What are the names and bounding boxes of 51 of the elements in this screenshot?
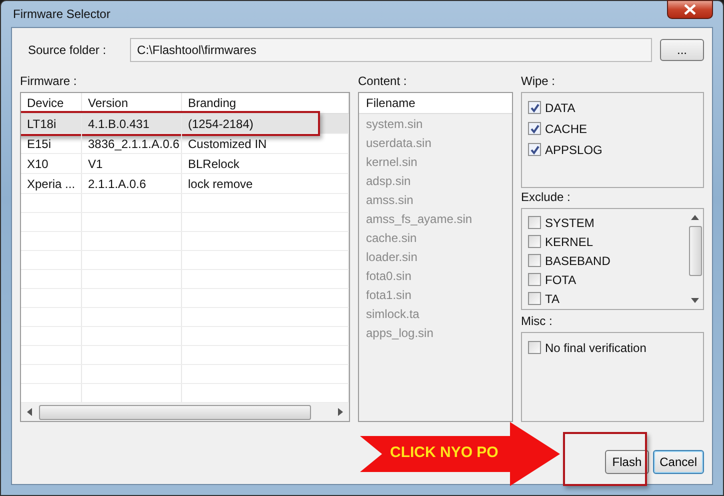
source-folder-label: Source folder : — [28, 43, 106, 57]
checkmark-icon — [530, 102, 540, 112]
firmware-row[interactable]: Xperia ... 2.1.1.A.0.6 lock remove — [21, 174, 349, 194]
scroll-down-icon[interactable] — [691, 298, 699, 303]
column-header[interactable]: Device — [21, 93, 82, 113]
table-cell: lock remove — [182, 174, 349, 193]
scroll-right-icon[interactable] — [337, 408, 343, 416]
window-title: Firmware Selector — [12, 7, 110, 21]
checkmark-icon — [530, 124, 540, 134]
wipe-label: Wipe : — [521, 74, 556, 88]
table-cell: LT18i — [21, 114, 82, 133]
dialog-button[interactable]: Flash — [605, 450, 649, 474]
exclude-checkbox[interactable]: TA — [528, 289, 681, 308]
firmware-row[interactable]: LT18i 4.1.B.0.431 (1254-2184) — [21, 114, 349, 134]
scroll-up-icon[interactable] — [691, 215, 699, 220]
table-cell: 2.1.1.A.0.6 — [82, 174, 182, 193]
table-cell: 3836_2.1.1.A.0.6 — [82, 134, 182, 153]
exclude-checkbox[interactable]: FOTA — [528, 270, 681, 289]
table-cell: X10 — [21, 154, 82, 173]
wipe-checkbox[interactable]: APPSLOG — [528, 139, 697, 160]
browse-button[interactable]: ... — [660, 39, 704, 61]
wipe-checkbox[interactable]: CACHE — [528, 118, 697, 139]
column-header[interactable]: Filename — [359, 93, 512, 114]
exclude-checkbox[interactable]: SYSTEM — [528, 213, 681, 232]
firmware-row[interactable]: X10 V1 BLRelock — [21, 154, 349, 174]
dialog-button[interactable]: Cancel — [652, 450, 704, 474]
exclude-checkbox[interactable]: KERNEL — [528, 232, 681, 251]
column-header[interactable]: Branding — [182, 93, 349, 113]
wipe-checkbox[interactable]: DATA — [528, 97, 697, 118]
scroll-left-icon[interactable] — [27, 408, 33, 416]
table-cell: V1 — [82, 154, 182, 173]
table-cell: 4.1.B.0.431 — [82, 114, 182, 133]
close-button[interactable] — [667, 0, 713, 18]
table-cell: E15i — [21, 134, 82, 153]
callout-text: CLICK NYO PO — [390, 444, 498, 461]
close-icon — [684, 4, 696, 14]
content-label: Content : — [358, 74, 408, 88]
table-cell: Customized IN — [182, 134, 349, 153]
source-folder-field[interactable]: C:\Flashtool\firmwares — [130, 38, 652, 62]
column-header[interactable]: Version — [82, 93, 182, 113]
exclude-checkbox[interactable]: BASEBAND — [528, 251, 681, 270]
misc-label: Misc : — [521, 314, 554, 328]
table-cell: Xperia ... — [21, 174, 82, 193]
horizontal-scrollbar[interactable] — [21, 403, 349, 421]
checkmark-icon — [530, 144, 540, 154]
firmware-label: Firmware : — [20, 74, 78, 88]
exclude-label: Exclude : — [521, 190, 572, 204]
table-cell: BLRelock — [182, 154, 349, 173]
firmware-row[interactable]: E15i 3836_2.1.1.A.0.6 Customized IN — [21, 134, 349, 154]
table-cell: (1254-2184) — [182, 114, 349, 133]
misc-checkbox[interactable]: No final verification — [528, 337, 697, 358]
